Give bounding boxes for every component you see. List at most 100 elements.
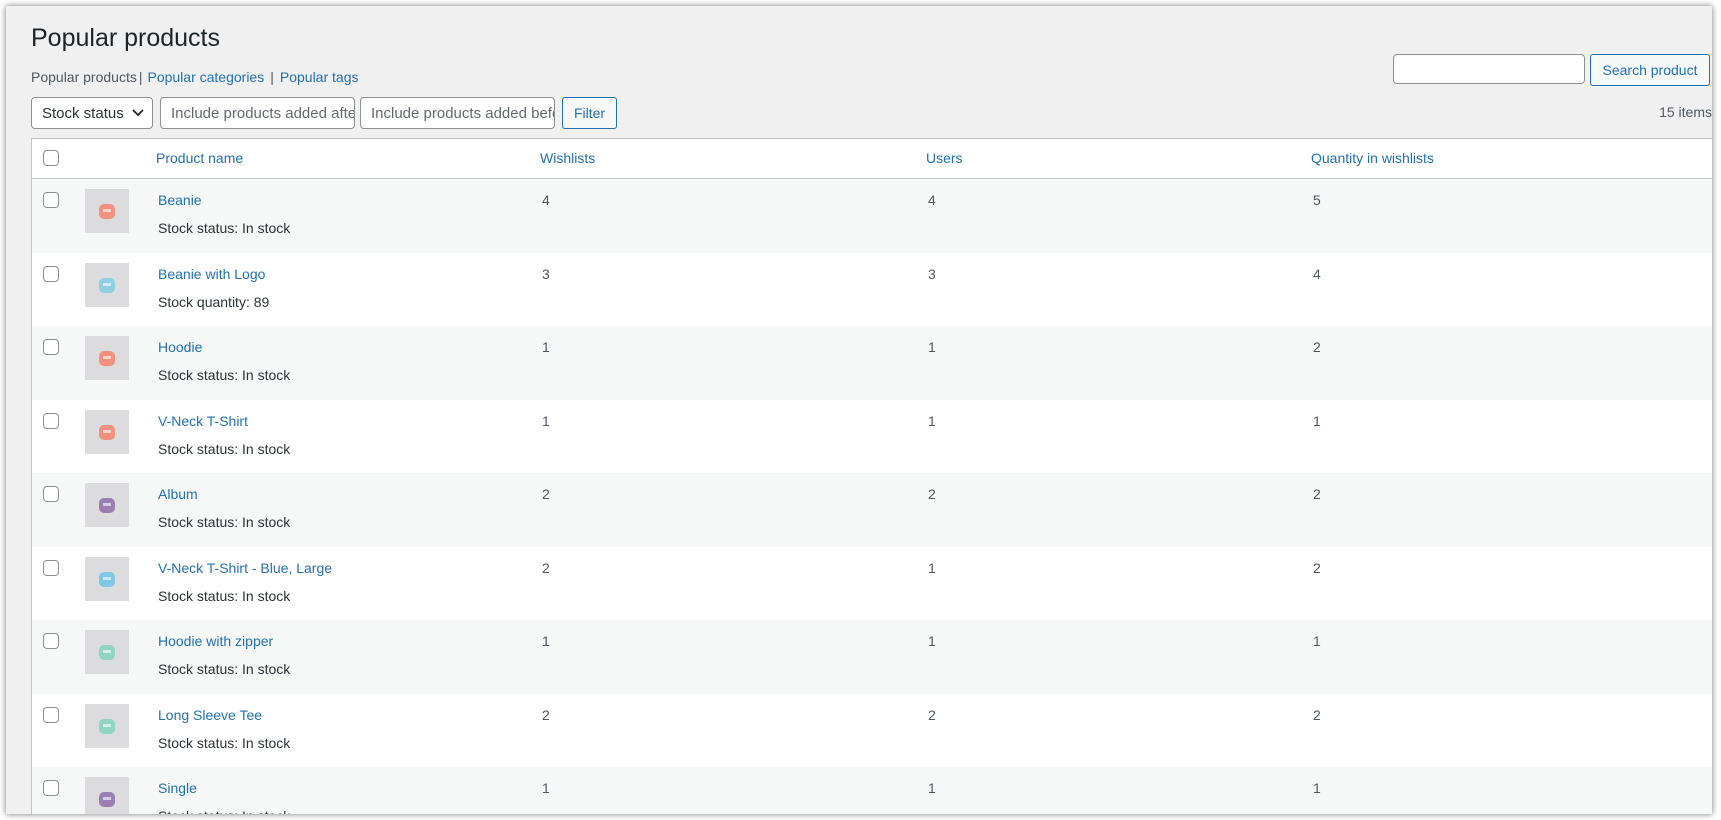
table-row: Album Stock status: In stock 2 2 2	[32, 473, 1712, 547]
product-name-link[interactable]: Album	[158, 486, 198, 502]
product-thumbnail-icon	[99, 792, 115, 807]
users-count: 4	[928, 192, 936, 208]
wishlists-count: 4	[542, 192, 550, 208]
column-quantity[interactable]: Quantity in wishlists	[1311, 150, 1434, 166]
row-checkbox[interactable]	[43, 706, 59, 723]
quantity-count: 2	[1313, 486, 1321, 502]
view-current: Popular products	[31, 69, 137, 85]
product-name-link[interactable]: Long Sleeve Tee	[158, 707, 262, 723]
row-checkbox[interactable]	[43, 780, 59, 796]
row-checkbox[interactable]	[43, 412, 59, 429]
row-checkbox[interactable]	[43, 633, 59, 649]
search-product-button[interactable]: Search product	[1590, 54, 1710, 86]
product-stock: Stock status: In stock	[158, 220, 291, 236]
row-checkbox[interactable]	[43, 265, 59, 282]
product-thumbnail-icon	[99, 571, 115, 587]
product-thumbnail-icon	[99, 498, 115, 513]
quantity-count: 1	[1313, 633, 1321, 649]
date-to-input[interactable]: Include products added before	[360, 97, 555, 129]
wishlists-count: 2	[542, 559, 550, 576]
quantity-count: 2	[1313, 559, 1321, 576]
beanie-logo-icon[interactable]	[85, 262, 129, 307]
album-icon[interactable]	[85, 483, 129, 527]
product-stock: Stock status: In stock	[158, 661, 291, 677]
users-count: 1	[928, 633, 936, 649]
quantity-count: 1	[1313, 780, 1321, 796]
select-all-checkbox[interactable]	[43, 150, 59, 166]
table-row: V-Neck T-Shirt - Blue, Large Stock status…	[32, 547, 1712, 621]
search-input[interactable]	[1393, 54, 1585, 84]
table-row: Beanie Stock status: In stock 4 4 5	[32, 179, 1712, 253]
view-separator: |	[138, 69, 143, 85]
table-row: Beanie with Logo Stock quantity: 89 3 3 4	[32, 253, 1712, 327]
wishlists-count: 3	[542, 265, 550, 282]
table-row: Single Stock status: In stock 1 1 1	[32, 767, 1712, 814]
product-stock: Stock status: In stock	[158, 514, 291, 530]
view-separator: |	[270, 69, 274, 85]
users-count: 1	[928, 559, 936, 576]
table-row: Hoodie with zipper Stock status: In stock…	[32, 620, 1712, 694]
column-wishlists[interactable]: Wishlists	[540, 150, 595, 166]
users-count: 1	[928, 780, 936, 796]
row-checkbox[interactable]	[43, 486, 59, 502]
view-link-tags[interactable]: Popular tags	[280, 69, 359, 85]
hoodie-icon[interactable]	[85, 336, 129, 380]
product-stock: Stock status: In stock	[158, 808, 290, 814]
admin-page: Popular products Popular products | Popula…	[6, 6, 1712, 814]
row-checkbox[interactable]	[43, 339, 59, 355]
row-checkbox[interactable]	[43, 192, 59, 208]
page-title: Popular products	[31, 24, 221, 52]
row-checkbox[interactable]	[43, 559, 59, 576]
product-name-link[interactable]: V-Neck T-Shirt - Blue, Large	[158, 560, 332, 576]
items-count: 15 items	[1659, 104, 1712, 120]
product-stock: Stock status: In stock	[158, 440, 291, 457]
product-thumbnail-icon	[99, 204, 115, 219]
product-stock: Stock status: In stock	[158, 587, 291, 604]
table-row: Long Sleeve Tee Stock status: In stock 2 2 2	[32, 694, 1712, 768]
wishlists-count: 2	[542, 486, 550, 502]
beanie-icon[interactable]	[85, 189, 129, 233]
wishlists-count: 2	[542, 706, 550, 723]
product-thumbnail-icon	[99, 277, 115, 293]
table-body: Beanie Stock status: In stock 4 4 5 Beanie wi…	[32, 179, 1712, 814]
column-users[interactable]: Users	[926, 150, 963, 166]
users-count: 2	[928, 486, 936, 502]
wishlists-count: 1	[542, 780, 550, 796]
wishlists-count: 1	[542, 412, 550, 429]
stock-status-label: Stock status	[42, 104, 124, 122]
wishlists-count: 1	[542, 633, 550, 649]
quantity-count: 2	[1313, 339, 1321, 355]
chevron-down-icon	[132, 109, 144, 117]
longsleeve-icon[interactable]	[85, 703, 129, 748]
users-count: 2	[928, 706, 936, 723]
product-thumbnail-icon	[99, 645, 115, 660]
tshirt-icon[interactable]	[85, 409, 129, 454]
products-table: Product name Wishlists Users Quantity in…	[31, 138, 1712, 814]
product-name-link[interactable]: V-Neck T-Shirt	[158, 413, 248, 429]
tshirt-blue-icon[interactable]	[85, 556, 129, 601]
users-count: 3	[928, 265, 936, 282]
table-row: V-Neck T-Shirt Stock status: In stock 1 1 1	[32, 400, 1712, 474]
product-name-link[interactable]: Hoodie	[158, 339, 202, 355]
table-row: Hoodie Stock status: In stock 1 1 2	[32, 326, 1712, 400]
product-name-link[interactable]: Hoodie with zipper	[158, 633, 273, 649]
product-name-link[interactable]: Beanie	[158, 192, 202, 208]
view-link-categories[interactable]: Popular categories	[147, 69, 264, 85]
hoodie-zipper-icon[interactable]	[85, 630, 129, 674]
date-from-input[interactable]: Include products added after	[160, 97, 355, 129]
quantity-count: 4	[1313, 265, 1321, 282]
product-stock: Stock quantity: 89	[158, 293, 270, 310]
product-stock: Stock status: In stock	[158, 734, 291, 751]
product-name-link[interactable]: Beanie with Logo	[158, 266, 265, 282]
single-icon[interactable]	[85, 777, 129, 814]
stock-status-select[interactable]: Stock status	[31, 97, 153, 129]
filter-button[interactable]: Filter	[562, 97, 617, 129]
product-thumbnail-icon	[99, 351, 115, 366]
quantity-count: 2	[1313, 706, 1321, 723]
product-name-link[interactable]: Single	[158, 780, 197, 796]
quantity-count: 5	[1313, 192, 1321, 208]
product-thumbnail-icon	[99, 424, 115, 440]
wishlists-count: 1	[542, 339, 550, 355]
column-product-name[interactable]: Product name	[156, 150, 243, 166]
product-stock: Stock status: In stock	[158, 367, 291, 383]
